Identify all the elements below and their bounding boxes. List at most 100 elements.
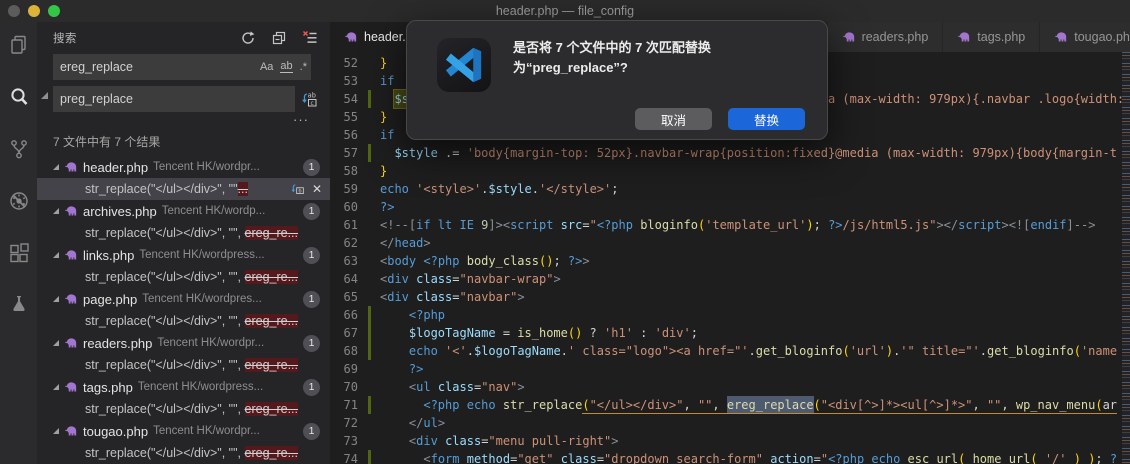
- code-line-58: 58}: [330, 162, 1122, 180]
- expand-twisty-icon[interactable]: [53, 296, 59, 302]
- dismiss-match-icon[interactable]: ✕: [312, 183, 322, 195]
- tests-icon[interactable]: [6, 292, 32, 318]
- match-row-tags.php[interactable]: str_replace("</ul></div>", "", ereg_re..…: [37, 398, 330, 420]
- search-results-summary: 7 文件中有 7 个结果: [37, 126, 330, 156]
- file-row-readers.php[interactable]: readers.php Tencent HK/wordpr... 1: [37, 332, 330, 354]
- match-count-badge: 1: [303, 335, 320, 352]
- search-panel-actions: [240, 30, 318, 46]
- gutter-spacer: [368, 126, 371, 144]
- match-count-badge: 1: [303, 423, 320, 440]
- gutter-spacer: [368, 72, 371, 90]
- code-line-57: 57 $style .= 'body{margin-top: 52px}.nav…: [330, 144, 1122, 162]
- cancel-button[interactable]: 取消: [635, 108, 712, 130]
- file-name: readers.php: [83, 336, 152, 351]
- replace-match-icon[interactable]: b: [290, 182, 305, 196]
- php-icon: [64, 292, 78, 306]
- php-icon: [842, 30, 856, 44]
- gutter-spacer: [368, 270, 371, 288]
- match-row-page.php[interactable]: str_replace("</ul></div>", "", ereg_re..…: [37, 310, 330, 332]
- line-number: 53: [330, 72, 368, 90]
- file-name: header.php: [83, 160, 148, 175]
- code-line-73: 73 <div class="menu pull-right">: [330, 432, 1122, 450]
- code-line-67: 67 $logoTagName = is_home() ? 'h1' : 'di…: [330, 324, 1122, 342]
- file-name: links.php: [83, 248, 134, 263]
- match-row-tougao.php[interactable]: str_replace("</ul></div>", "", ereg_re..…: [37, 442, 330, 464]
- line-number: 56: [330, 126, 368, 144]
- regex-icon[interactable]: .*: [300, 61, 307, 73]
- code-line-70: 70 <ul class="nav">: [330, 378, 1122, 396]
- code-line-60: 60?>: [330, 198, 1122, 216]
- line-number: 71: [330, 396, 368, 414]
- expand-twisty-icon[interactable]: [53, 384, 59, 390]
- tab-readers.php[interactable]: readers.php: [828, 22, 944, 52]
- line-number: 66: [330, 306, 368, 324]
- line-number: 73: [330, 432, 368, 450]
- php-icon: [64, 380, 78, 394]
- search-icon[interactable]: [6, 84, 32, 110]
- file-path: Tencent HK/wordpr...: [157, 337, 298, 349]
- explorer-icon[interactable]: [6, 32, 32, 58]
- match-count-badge: 1: [303, 291, 320, 308]
- search-input-box: Aa ab .*: [53, 54, 311, 80]
- line-number: 63: [330, 252, 368, 270]
- line-number: 55: [330, 108, 368, 126]
- match-row-links.php[interactable]: str_replace("</ul></div>", "", ereg_re..…: [37, 266, 330, 288]
- code-line-61: 61<!--[if lt IE 9]><script src="<?php bl…: [330, 216, 1122, 234]
- file-row-tags.php[interactable]: tags.phpTencent HK/wordpress...1: [37, 376, 330, 398]
- extensions-icon[interactable]: [6, 240, 32, 266]
- dialog-message-line2: 为“preg_replace”?: [513, 58, 711, 78]
- match-case-icon[interactable]: Aa: [260, 61, 273, 73]
- gutter-spacer: [368, 108, 371, 126]
- expand-twisty-icon[interactable]: [53, 208, 59, 214]
- code-line-71: 71 <?php echo str_replace("</ul></div>",…: [330, 396, 1122, 414]
- expand-twisty-icon[interactable]: [53, 340, 59, 346]
- tab-tags.php[interactable]: tags.php: [943, 22, 1040, 52]
- match-removed-text: ereg_re...: [245, 446, 299, 460]
- expand-twisty-icon[interactable]: [53, 428, 59, 434]
- gutter-spacer: [368, 432, 371, 450]
- source-control-icon[interactable]: [6, 136, 32, 162]
- clear-search-results-icon[interactable]: [302, 30, 318, 46]
- match-text: str_replace("</ul></div>", "",: [85, 446, 245, 460]
- refresh-icon[interactable]: [240, 30, 256, 46]
- expand-twisty-icon[interactable]: [53, 252, 59, 258]
- dialog-message: 是否将 7 个文件中的 7 次匹配替换 为“preg_replace”?: [513, 38, 711, 78]
- line-number: 67: [330, 324, 368, 342]
- toggle-search-details-icon[interactable]: ···: [53, 114, 311, 126]
- collapse-all-icon[interactable]: [271, 30, 287, 46]
- file-name: archives.php: [83, 204, 157, 219]
- match-row-readers.php[interactable]: str_replace("</ul></div>", "", ereg_re..…: [37, 354, 330, 376]
- match-row-header.php[interactable]: str_replace("</ul></div>", ""...b✕: [37, 178, 330, 200]
- file-row-links.php[interactable]: links.phpTencent HK/wordpress...1: [37, 244, 330, 266]
- replace-all-icon[interactable]: ab c: [301, 91, 319, 107]
- expand-twisty-icon[interactable]: [53, 164, 59, 170]
- replace-button[interactable]: 替换: [728, 108, 805, 130]
- replace-confirm-dialog: 是否将 7 个文件中的 7 次匹配替换 为“preg_replace”? 取消 …: [406, 20, 828, 140]
- dialog-buttons: 取消 替换: [635, 108, 805, 130]
- code-line-63: 63<body <?php body_class(); ?>>: [330, 252, 1122, 270]
- minimap[interactable]: [1122, 52, 1130, 464]
- file-row-header.php[interactable]: header.phpTencent HK/wordpr...1: [37, 156, 330, 178]
- file-row-page.php[interactable]: page.phpTencent HK/wordpres...1: [37, 288, 330, 310]
- code-line-64: 64<div class="navbar-wrap">: [330, 270, 1122, 288]
- debug-icon[interactable]: [6, 188, 32, 214]
- file-row-tougao.php[interactable]: tougao.phpTencent HK/wordpr...1: [37, 420, 330, 442]
- code-line-62: 62</head>: [330, 234, 1122, 252]
- line-number: 68: [330, 342, 368, 360]
- search-sidebar: 搜索: [37, 22, 330, 464]
- window-title: header.php — file_config: [0, 4, 1130, 18]
- tab-tougao.php[interactable]: tougao.php: [1040, 22, 1130, 52]
- file-path: Tencent HK/wordpr...: [153, 161, 298, 173]
- file-name: tags.php: [83, 380, 133, 395]
- find-match-highlight: ereg_replace: [727, 396, 814, 414]
- gutter-spacer: [368, 198, 371, 216]
- match-row-archives.php[interactable]: str_replace("</ul></div>", "", ereg_re..…: [37, 222, 330, 244]
- toggle-replace-icon[interactable]: [41, 92, 48, 99]
- gutter-spacer: [368, 360, 371, 378]
- search-results: header.php Tencent HK/wordpr... 1 str_repla…: [37, 156, 330, 464]
- gutter-spacer: [368, 414, 371, 432]
- whole-word-icon[interactable]: ab: [280, 61, 292, 73]
- git-modified-gutter: [368, 450, 371, 464]
- replace-input[interactable]: [53, 86, 295, 112]
- file-row-archives.php[interactable]: archives.phpTencent HK/wordp...1: [37, 200, 330, 222]
